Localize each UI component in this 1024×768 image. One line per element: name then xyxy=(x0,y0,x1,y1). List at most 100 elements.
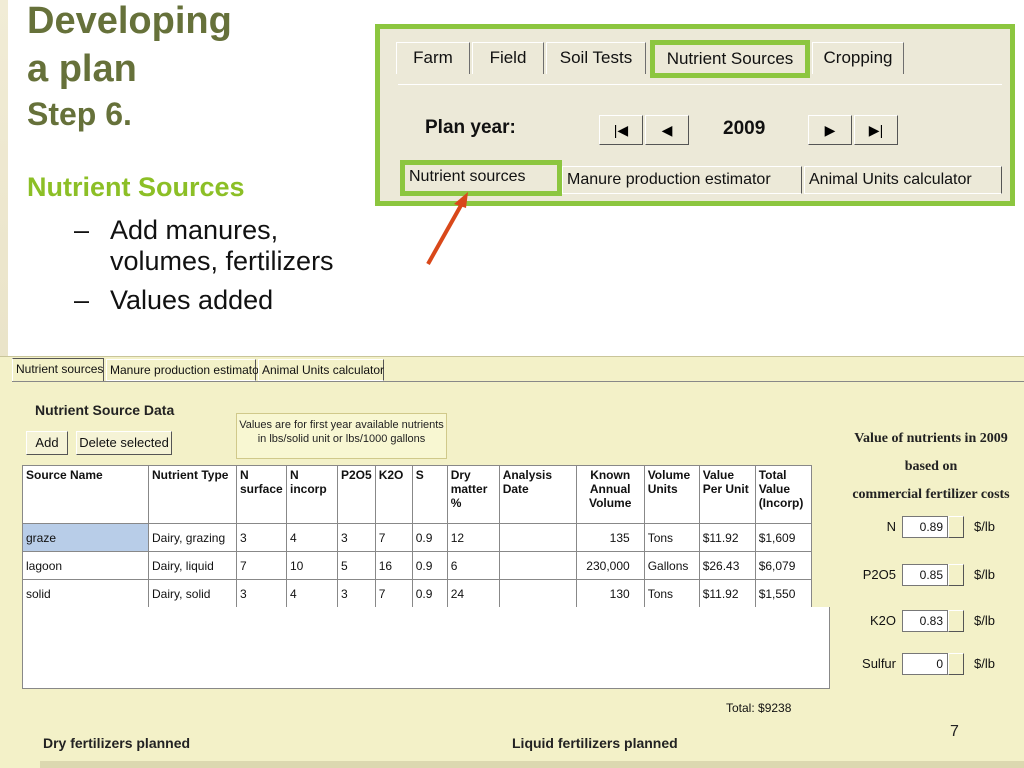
next-year-button[interactable]: ▶ xyxy=(808,115,852,145)
tab-soil-tests[interactable]: Soil Tests xyxy=(546,42,646,74)
cell-dry-matter[interactable]: 6 xyxy=(446,551,500,580)
cell-s[interactable]: 0.9 xyxy=(411,551,448,580)
cell-value-per-unit: $11.92 xyxy=(698,523,756,552)
cell-p2o5[interactable]: 3 xyxy=(337,579,376,608)
cell-analysis-date[interactable] xyxy=(498,523,577,552)
panel-border xyxy=(12,381,1024,382)
cell-analysis-date[interactable] xyxy=(498,579,577,608)
cell-nutrient-type[interactable]: Dairy, grazing xyxy=(148,523,237,552)
cell-k2o[interactable]: 16 xyxy=(374,551,413,580)
col-n-incorp[interactable]: Nincorp xyxy=(286,465,338,524)
total-amount: $9238 xyxy=(758,701,792,715)
nutrient-sources-window: Nutrient sources Manure production estim… xyxy=(0,356,1024,768)
nutrient-unit: $/lb xyxy=(974,613,995,628)
col-known-volume[interactable]: Known Annual Volume xyxy=(575,465,645,524)
cell-n-surface[interactable]: 3 xyxy=(236,579,287,608)
units-note-line2: in lbs/solid unit or lbs/1000 gallons xyxy=(257,433,426,445)
tab-nutrient-sources[interactable]: Nutrient Sources xyxy=(650,40,810,78)
plan-year-label: Plan year: xyxy=(425,117,516,138)
col-volume-units[interactable]: Volume Units xyxy=(643,465,700,524)
cell-nutrient-type[interactable]: Dairy, liquid xyxy=(148,551,237,580)
col-k2o[interactable]: K2O xyxy=(374,465,413,524)
app-tab-nutrient-sources[interactable]: Nutrient sources xyxy=(12,358,104,382)
col-nutrient-type[interactable]: Nutrient Type xyxy=(148,465,237,524)
cell-n-incorp[interactable]: 4 xyxy=(286,523,338,552)
nutrient-label: Sulfur xyxy=(862,656,896,671)
liquid-fertilizers-title: Liquid fertilizers planned xyxy=(512,735,678,751)
col-dry-matter[interactable]: Dry matter% xyxy=(446,465,500,524)
cell-dry-matter[interactable]: 12 xyxy=(446,523,500,552)
prev-year-button[interactable]: ◀ xyxy=(645,115,689,145)
cell-value-per-unit: $11.92 xyxy=(698,579,756,608)
arrow-to-nutrient-sources-icon xyxy=(426,192,468,265)
col-analysis-date[interactable]: Analysis Date xyxy=(498,465,577,524)
col-n-surface[interactable]: Nsurface xyxy=(236,465,287,524)
app-tab-animal-units[interactable]: Animal Units calculator xyxy=(258,359,384,381)
col-total-value[interactable]: Total Value (Incorp) xyxy=(754,465,812,524)
cell-s[interactable]: 0.9 xyxy=(411,523,448,552)
tab-cropping[interactable]: Cropping xyxy=(812,42,904,74)
p2o5-price-spinner[interactable] xyxy=(948,564,964,586)
cell-source-name[interactable]: lagoon xyxy=(22,551,149,580)
n-price-spinner[interactable] xyxy=(948,516,964,538)
subtab-animal-units[interactable]: Animal Units calculator xyxy=(804,166,1002,194)
cell-n-surface[interactable]: 3 xyxy=(236,523,287,552)
cell-total-value: $6,079 xyxy=(754,551,812,580)
col-s[interactable]: S xyxy=(411,465,448,524)
tab-farm[interactable]: Farm xyxy=(396,42,470,74)
cell-p2o5[interactable]: 5 xyxy=(337,551,376,580)
app-tab-manure-production[interactable]: Manure production estimator xyxy=(106,359,263,381)
table-row[interactable]: solid Dairy, solid 3 4 3 7 0.9 24 130 To… xyxy=(22,579,812,608)
add-button[interactable]: Add xyxy=(26,431,68,455)
cell-n-incorp[interactable]: 4 xyxy=(286,579,338,608)
k2o-price-input[interactable]: 0.83 xyxy=(902,610,948,632)
slide-subtitle: Nutrient Sources xyxy=(27,172,245,202)
cell-p2o5[interactable]: 3 xyxy=(337,523,376,552)
cell-known-volume[interactable]: 230,000 xyxy=(575,551,645,580)
col-value-per-unit[interactable]: Value Per Unit xyxy=(698,465,756,524)
cell-k2o[interactable]: 7 xyxy=(374,579,413,608)
cell-nutrient-type[interactable]: Dairy, solid xyxy=(148,579,237,608)
cell-n-surface[interactable]: 7 xyxy=(236,551,287,580)
sulfur-price-input[interactable]: 0 xyxy=(902,653,948,675)
cell-n-incorp[interactable]: 10 xyxy=(286,551,338,580)
nutrient-label: P2O5 xyxy=(862,567,896,582)
units-note-line1: Values are for first year available nutr… xyxy=(239,419,444,431)
cell-known-volume[interactable]: 135 xyxy=(575,523,645,552)
table-row[interactable]: lagoon Dairy, liquid 7 10 5 16 0.9 6 230… xyxy=(22,551,812,580)
nutrient-values-title: Value of nutrients in 2009 based on comm… xyxy=(836,425,1024,509)
last-year-button[interactable]: ▶| xyxy=(854,115,898,145)
cell-s[interactable]: 0.9 xyxy=(411,579,448,608)
sulfur-price-spinner[interactable] xyxy=(948,653,964,675)
dry-fertilizers-title: Dry fertilizers planned xyxy=(43,735,191,751)
tab-field[interactable]: Field xyxy=(472,42,544,74)
bullet-item: – Values added xyxy=(74,285,340,316)
col-source-name[interactable]: Source Name xyxy=(22,465,149,524)
delete-selected-button[interactable]: Delete selected xyxy=(76,431,172,455)
table-empty-area[interactable] xyxy=(22,607,830,689)
cell-known-volume[interactable]: 130 xyxy=(575,579,645,608)
skip-last-icon: ▶| xyxy=(868,122,884,138)
cell-source-name[interactable]: graze xyxy=(22,523,149,552)
section-title: Nutrient Source Data xyxy=(35,402,175,418)
cell-dry-matter[interactable]: 24 xyxy=(446,579,500,608)
cell-volume-units[interactable]: Tons xyxy=(643,523,700,552)
arrow-left-icon: ◀ xyxy=(661,122,673,138)
bullet-item: – Add manures, volumes, fertilizers xyxy=(74,215,340,277)
p2o5-price-input[interactable]: 0.85 xyxy=(902,564,948,586)
k2o-price-spinner[interactable] xyxy=(948,610,964,632)
slide-title-line1: Developing xyxy=(27,0,232,42)
cell-volume-units[interactable]: Gallons xyxy=(643,551,700,580)
cell-volume-units[interactable]: Tons xyxy=(643,579,700,608)
cell-k2o[interactable]: 7 xyxy=(374,523,413,552)
nutrient-value-sulfur: Sulfur 0 $/lb xyxy=(840,653,1020,677)
table-row[interactable]: graze Dairy, grazing 3 4 3 7 0.9 12 135 … xyxy=(22,523,812,552)
nutrient-value-p2o5: P2O5 0.85 $/lb xyxy=(840,564,1020,588)
n-price-input[interactable]: 0.89 xyxy=(902,516,948,538)
subtab-manure-production[interactable]: Manure production estimator xyxy=(562,166,802,194)
bullet-text: Values added xyxy=(110,285,274,315)
col-p2o5[interactable]: P2O5 xyxy=(337,465,376,524)
cell-analysis-date[interactable] xyxy=(498,551,577,580)
cell-source-name[interactable]: solid xyxy=(22,579,149,608)
first-year-button[interactable]: |◀ xyxy=(599,115,643,145)
